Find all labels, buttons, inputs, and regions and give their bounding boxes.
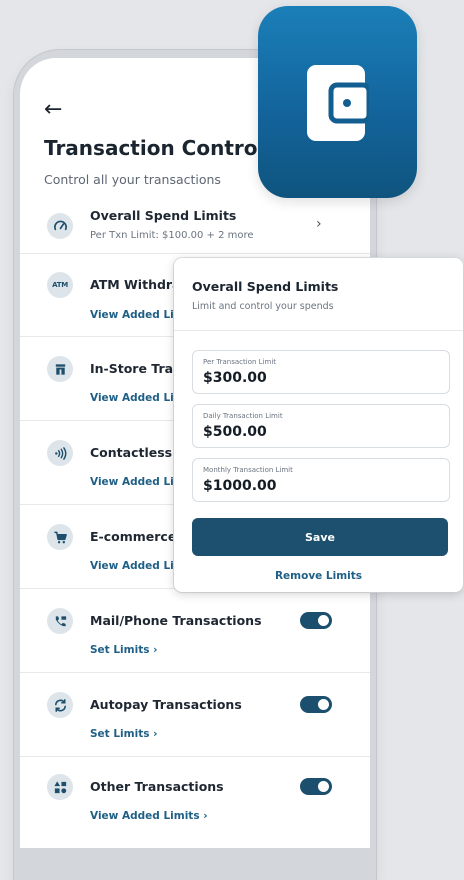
list-item-overall-spend-limits[interactable]: Overall Spend Limits Per Txn Limit: $100… — [20, 202, 370, 248]
field-value: $500.00 — [203, 424, 267, 440]
field-label: Monthly Transaction Limit — [203, 466, 293, 474]
contactless-icon — [47, 440, 73, 466]
item-label: Mail/Phone Transactions — [90, 613, 262, 628]
item-label: Overall Spend Limits — [90, 208, 237, 223]
save-button[interactable]: Save — [192, 518, 448, 556]
speedometer-icon — [47, 213, 73, 239]
view-added-limits-link[interactable]: View Added Lim — [90, 392, 185, 404]
mail-phone-toggle[interactable] — [300, 612, 332, 629]
wallet-icon — [307, 65, 369, 141]
field-value: $300.00 — [203, 370, 267, 386]
back-arrow-icon[interactable]: ← — [44, 99, 62, 121]
refresh-icon — [47, 692, 73, 718]
page-subtitle: Control all your transactions — [44, 172, 221, 187]
item-detail: Per Txn Limit: $100.00 + 2 more — [90, 230, 254, 241]
divider — [20, 253, 370, 254]
list-item-mail-phone-transactions[interactable]: Mail/Phone Transactions Set Limits › — [20, 604, 370, 664]
autopay-toggle[interactable] — [300, 696, 332, 713]
other-transactions-toggle[interactable] — [300, 778, 332, 795]
item-label: Autopay Transactions — [90, 697, 242, 712]
view-added-limits-link[interactable]: View Added Limits › — [90, 810, 208, 822]
cart-icon — [47, 524, 73, 550]
per-transaction-limit-field[interactable]: Per Transaction Limit $300.00 — [192, 350, 450, 394]
spend-limits-modal: Overall Spend Limits Limit and control y… — [174, 258, 463, 592]
item-label: E-commerce — [90, 529, 177, 544]
item-label: Contactless T — [90, 445, 185, 460]
store-icon — [47, 356, 73, 382]
category-shapes-icon — [47, 774, 73, 800]
remove-limits-link[interactable]: Remove Limits — [174, 570, 463, 582]
modal-subtitle: Limit and control your spends — [192, 301, 334, 312]
page-title: Transaction Controls — [44, 136, 277, 160]
divider — [20, 672, 370, 673]
field-label: Per Transaction Limit — [203, 358, 277, 366]
list-item-other-transactions[interactable]: Other Transactions View Added Limits › — [20, 770, 370, 830]
phone-mail-icon — [47, 608, 73, 634]
divider — [174, 330, 463, 331]
view-added-limits-link[interactable]: View Added Lim — [90, 560, 185, 572]
monthly-transaction-limit-field[interactable]: Monthly Transaction Limit $1000.00 — [192, 458, 450, 502]
view-added-limits-link[interactable]: View Added Lim — [90, 476, 185, 488]
field-value: $1000.00 — [203, 478, 277, 494]
item-label: Other Transactions — [90, 779, 224, 794]
view-added-limits-link[interactable]: View Added Lim — [90, 309, 185, 321]
modal-title: Overall Spend Limits — [192, 279, 339, 294]
set-limits-link[interactable]: Set Limits › — [90, 728, 157, 740]
set-limits-link[interactable]: Set Limits › — [90, 644, 157, 656]
chevron-right-icon: › — [316, 216, 322, 232]
divider — [20, 756, 370, 757]
list-item-autopay-transactions[interactable]: Autopay Transactions Set Limits › — [20, 688, 370, 748]
atm-icon: ATM — [47, 272, 73, 298]
wallet-app-icon — [258, 6, 417, 198]
daily-transaction-limit-field[interactable]: Daily Transaction Limit $500.00 — [192, 404, 450, 448]
field-label: Daily Transaction Limit — [203, 412, 283, 420]
